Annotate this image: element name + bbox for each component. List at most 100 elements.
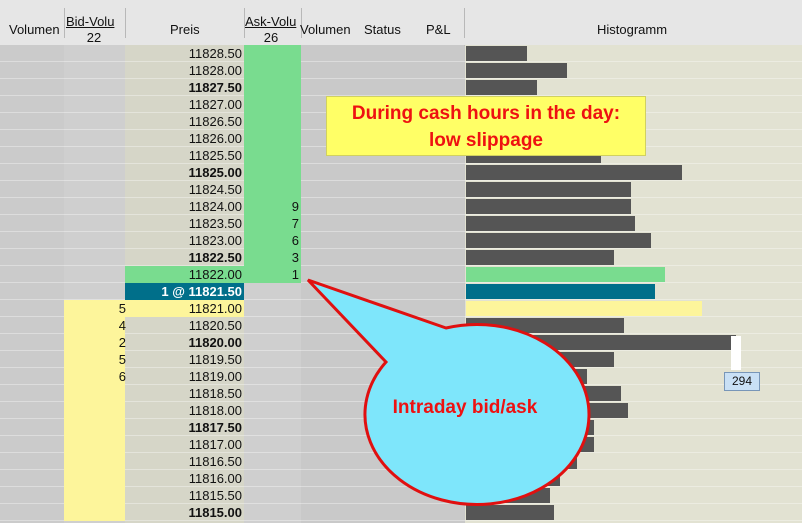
ask-volume-value: [244, 283, 299, 300]
ask-volume-value: [244, 470, 299, 487]
header-preis[interactable]: Preis: [170, 22, 200, 37]
bid-volume-value: 4: [118, 318, 126, 333]
bid-volume-value: 2: [118, 335, 126, 350]
header-bid-volume[interactable]: Bid-Volu: [66, 14, 114, 29]
price-cell[interactable]: 11827.00: [125, 96, 244, 113]
ask-volume-value: [244, 487, 299, 504]
ask-volume-value: [244, 113, 299, 130]
bid-volume-value: [64, 62, 126, 79]
ask-volume-value: [244, 402, 299, 419]
ask-volume-value: [244, 317, 299, 334]
price-cell[interactable]: 11824.50: [125, 181, 244, 198]
header-volumen-right[interactable]: Volumen: [300, 22, 351, 37]
bid-volume-value: [64, 181, 126, 198]
bid-volume-value: [64, 504, 126, 521]
bid-volume-value: 6: [118, 369, 126, 384]
header-ask-volume[interactable]: Ask-Volu: [245, 14, 296, 29]
bid-volume-value: [64, 232, 126, 249]
price-cell[interactable]: 11820.50: [125, 317, 244, 334]
ask-volume-value: [244, 147, 299, 164]
ladder-header: Volumen Bid-Volu 22 Preis Ask-Volu 26 Vo…: [0, 0, 802, 46]
price-cell[interactable]: 11823.50: [125, 215, 244, 232]
price-cell[interactable]: 11816.50: [125, 453, 244, 470]
bid-volume-value: [64, 130, 126, 147]
histogram-bar: [466, 250, 615, 265]
bid-volume-value: [64, 436, 126, 453]
bid-volume-value: [64, 113, 126, 130]
price-cell[interactable]: 11817.00: [125, 436, 244, 453]
ask-volume-value: 3: [291, 250, 299, 265]
histogram-bar: [466, 46, 527, 61]
ask-volume-value: 9: [291, 199, 299, 214]
ask-volume-value: [244, 130, 299, 147]
histogram-bar: [466, 182, 632, 197]
ask-volume-value: [244, 62, 299, 79]
histogram-bar: [466, 63, 568, 78]
header-bid-volume-total: 22: [86, 30, 102, 45]
header-pl[interactable]: P&L: [426, 22, 451, 37]
histogram-bar: [466, 233, 652, 248]
bid-volume-value: 5: [118, 301, 126, 316]
price-cell[interactable]: 11826.00: [125, 130, 244, 147]
ask-volume-value: [244, 436, 299, 453]
histogram-bar: [466, 80, 537, 95]
bid-volume-value: [64, 79, 126, 96]
price-cell[interactable]: 11817.50: [125, 419, 244, 436]
price-cell[interactable]: 11819.00: [125, 368, 244, 385]
header-divider: [464, 8, 465, 38]
header-divider: [64, 8, 65, 38]
ask-volume-value: [244, 385, 299, 402]
price-cell[interactable]: 11822.50: [125, 249, 244, 266]
header-volumen-left[interactable]: Volumen: [9, 22, 60, 37]
bid-volume-value: [64, 470, 126, 487]
histogram-marker[interactable]: [731, 336, 741, 370]
price-cell[interactable]: 11826.50: [125, 113, 244, 130]
price-cell[interactable]: 11828.00: [125, 62, 244, 79]
price-cell[interactable]: 11819.50: [125, 351, 244, 368]
bid-volume-value: [64, 487, 126, 504]
ask-volume-value: [244, 419, 299, 436]
cash-hours-note-line2: low slippage: [428, 130, 544, 151]
ask-volume-value: 6: [291, 233, 299, 248]
price-cell[interactable]: 11815.50: [125, 487, 244, 504]
ask-volume-value: [244, 351, 299, 368]
bid-volume-value: [64, 215, 126, 232]
bid-volume-value: [64, 283, 126, 300]
ask-volume-value: 7: [291, 216, 299, 231]
price-cell[interactable]: 11815.00: [125, 504, 244, 521]
price-cell[interactable]: 11822.00: [125, 266, 244, 283]
price-cell[interactable]: 11825.00: [125, 164, 244, 181]
bid-volume-value: [64, 266, 126, 283]
price-cell[interactable]: 11818.00: [125, 402, 244, 419]
price-cell[interactable]: 11823.00: [125, 232, 244, 249]
bid-volume-value: [64, 249, 126, 266]
price-cell[interactable]: 1 @ 11821.50: [125, 283, 244, 300]
price-cell[interactable]: 11827.50: [125, 79, 244, 96]
cash-hours-note-line1: During cash hours in the day:: [351, 103, 621, 124]
ask-volume-value: [244, 334, 299, 351]
ask-volume-value: [244, 368, 299, 385]
price-cell[interactable]: 11821.00: [125, 300, 244, 317]
price-cell[interactable]: 11816.00: [125, 470, 244, 487]
ask-volume-value: [244, 181, 299, 198]
ask-volume-value: [244, 164, 299, 181]
price-cell[interactable]: 11820.00: [125, 334, 244, 351]
price-cell[interactable]: 11825.50: [125, 147, 244, 164]
price-cell[interactable]: 11818.50: [125, 385, 244, 402]
volume-tooltip: 294: [724, 372, 760, 391]
histogram-bar: [466, 199, 632, 214]
header-status[interactable]: Status: [364, 22, 401, 37]
header-ask-volume-total: 26: [263, 30, 279, 45]
ask-volume-value: [244, 453, 299, 470]
ask-volume-value: [244, 300, 299, 317]
bid-volume-value: [64, 453, 126, 470]
histogram-bar: [466, 216, 635, 231]
price-cell[interactable]: 11828.50: [125, 45, 244, 62]
price-cell[interactable]: 11824.00: [125, 198, 244, 215]
callout-label: Intraday bid/ask: [393, 397, 538, 418]
header-divider: [125, 8, 126, 38]
header-histogramm[interactable]: Histogramm: [597, 22, 667, 37]
callout-bubble-shape: [306, 278, 591, 506]
cash-hours-note: During cash hours in the day: low slippa…: [326, 96, 646, 156]
bid-volume-value: [64, 402, 126, 419]
